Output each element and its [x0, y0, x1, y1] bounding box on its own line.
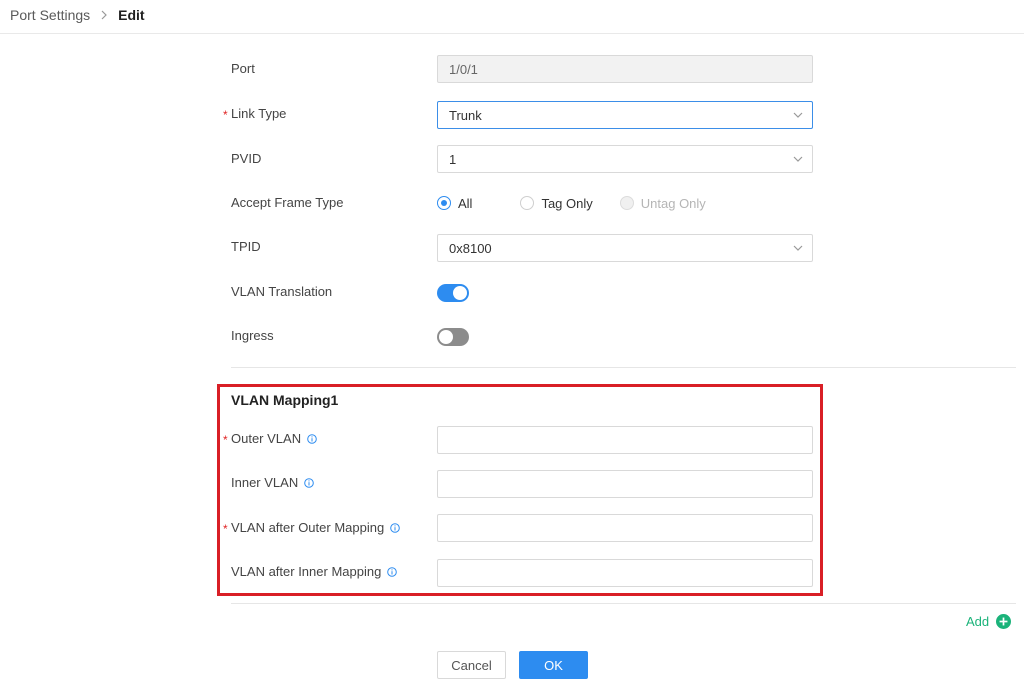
section-divider	[231, 367, 1016, 368]
breadcrumb-edit: Edit	[118, 7, 145, 23]
port-value: 1/0/1	[449, 61, 478, 77]
radio-dot	[520, 196, 535, 210]
link-type-select[interactable]: Trunk	[437, 101, 813, 129]
radio-untag-only-label: Untag Only	[640, 195, 706, 211]
vlan-after-inner-input-box[interactable]	[449, 565, 812, 581]
vlan-after-inner-label: VLAN after Inner Mapping	[231, 564, 382, 579]
vlan-after-outer-label-row: VLAN after Outer Mapping	[231, 519, 400, 537]
header-divider	[0, 33, 1024, 34]
port-field: 1/0/1	[437, 55, 813, 83]
toggle-knob	[453, 286, 467, 300]
required-mark: *	[223, 108, 228, 122]
pvid-label: PVID	[231, 151, 262, 166]
radio-all[interactable]: All	[437, 196, 472, 211]
inner-vlan-input[interactable]	[437, 470, 813, 498]
vlan-after-inner-input[interactable]	[437, 559, 813, 587]
info-icon[interactable]	[390, 522, 400, 533]
plus-circle-icon	[996, 613, 1012, 629]
section-divider	[231, 603, 1016, 604]
accept-frame-type-label: Accept Frame Type	[231, 195, 344, 210]
chevron-down-icon	[793, 156, 803, 162]
outer-vlan-input[interactable]	[437, 426, 813, 454]
ingress-label: Ingress	[231, 328, 274, 343]
radio-tag-only[interactable]: Tag Only	[520, 195, 593, 211]
outer-vlan-label: Outer VLAN	[231, 431, 302, 446]
vlan-translation-label: VLAN Translation	[231, 284, 333, 299]
required-mark: *	[223, 433, 228, 447]
link-type-value: Trunk	[449, 107, 482, 123]
info-icon[interactable]	[304, 477, 314, 488]
radio-tag-only-label: Tag Only	[541, 195, 593, 211]
radio-untag-only: Untag Only	[619, 195, 706, 211]
tpid-select[interactable]: 0x8100	[437, 234, 813, 262]
vlan-after-outer-input-box[interactable]	[449, 520, 812, 536]
add-label: Add	[966, 613, 990, 629]
toggle-knob	[439, 330, 453, 344]
inner-vlan-input-box[interactable]	[449, 476, 812, 492]
outer-vlan-input-box[interactable]	[449, 432, 812, 448]
accept-frame-type-radio-group: All Tag Only Untag Only	[437, 194, 706, 212]
ingress-toggle[interactable]	[437, 328, 469, 346]
link-type-label: Link Type	[231, 106, 287, 121]
info-icon[interactable]	[306, 433, 317, 444]
pvid-value: 1	[449, 151, 457, 167]
chevron-down-icon	[793, 245, 803, 251]
chevron-down-icon	[793, 112, 803, 118]
chevron-right-icon	[99, 10, 109, 20]
add-mapping-button[interactable]: Add	[966, 612, 1012, 630]
radio-dot	[437, 196, 451, 210]
required-mark: *	[223, 522, 228, 536]
vlan-translation-toggle[interactable]	[437, 284, 469, 302]
vlan-after-inner-label-row: VLAN after Inner Mapping	[231, 563, 397, 581]
ok-button[interactable]: OK	[519, 651, 588, 679]
breadcrumb: Port Settings Edit	[10, 5, 145, 25]
tpid-label: TPID	[231, 239, 261, 254]
vlan-after-outer-label: VLAN after Outer Mapping	[231, 520, 385, 535]
pvid-select[interactable]: 1	[437, 145, 813, 173]
inner-vlan-label: Inner VLAN	[231, 475, 299, 490]
port-label: Port	[231, 61, 255, 76]
outer-vlan-label-row: Outer VLAN	[231, 430, 317, 448]
cancel-button[interactable]: Cancel	[437, 651, 506, 679]
tpid-value: 0x8100	[449, 240, 492, 256]
vlan-mapping-title: VLAN Mapping1	[231, 392, 339, 408]
vlan-after-outer-input[interactable]	[437, 514, 813, 542]
info-icon[interactable]	[387, 566, 397, 577]
inner-vlan-label-row: Inner VLAN	[231, 474, 314, 492]
radio-dot	[619, 196, 634, 210]
radio-all-label: All	[458, 195, 473, 211]
breadcrumb-port-settings[interactable]: Port Settings	[10, 7, 90, 23]
